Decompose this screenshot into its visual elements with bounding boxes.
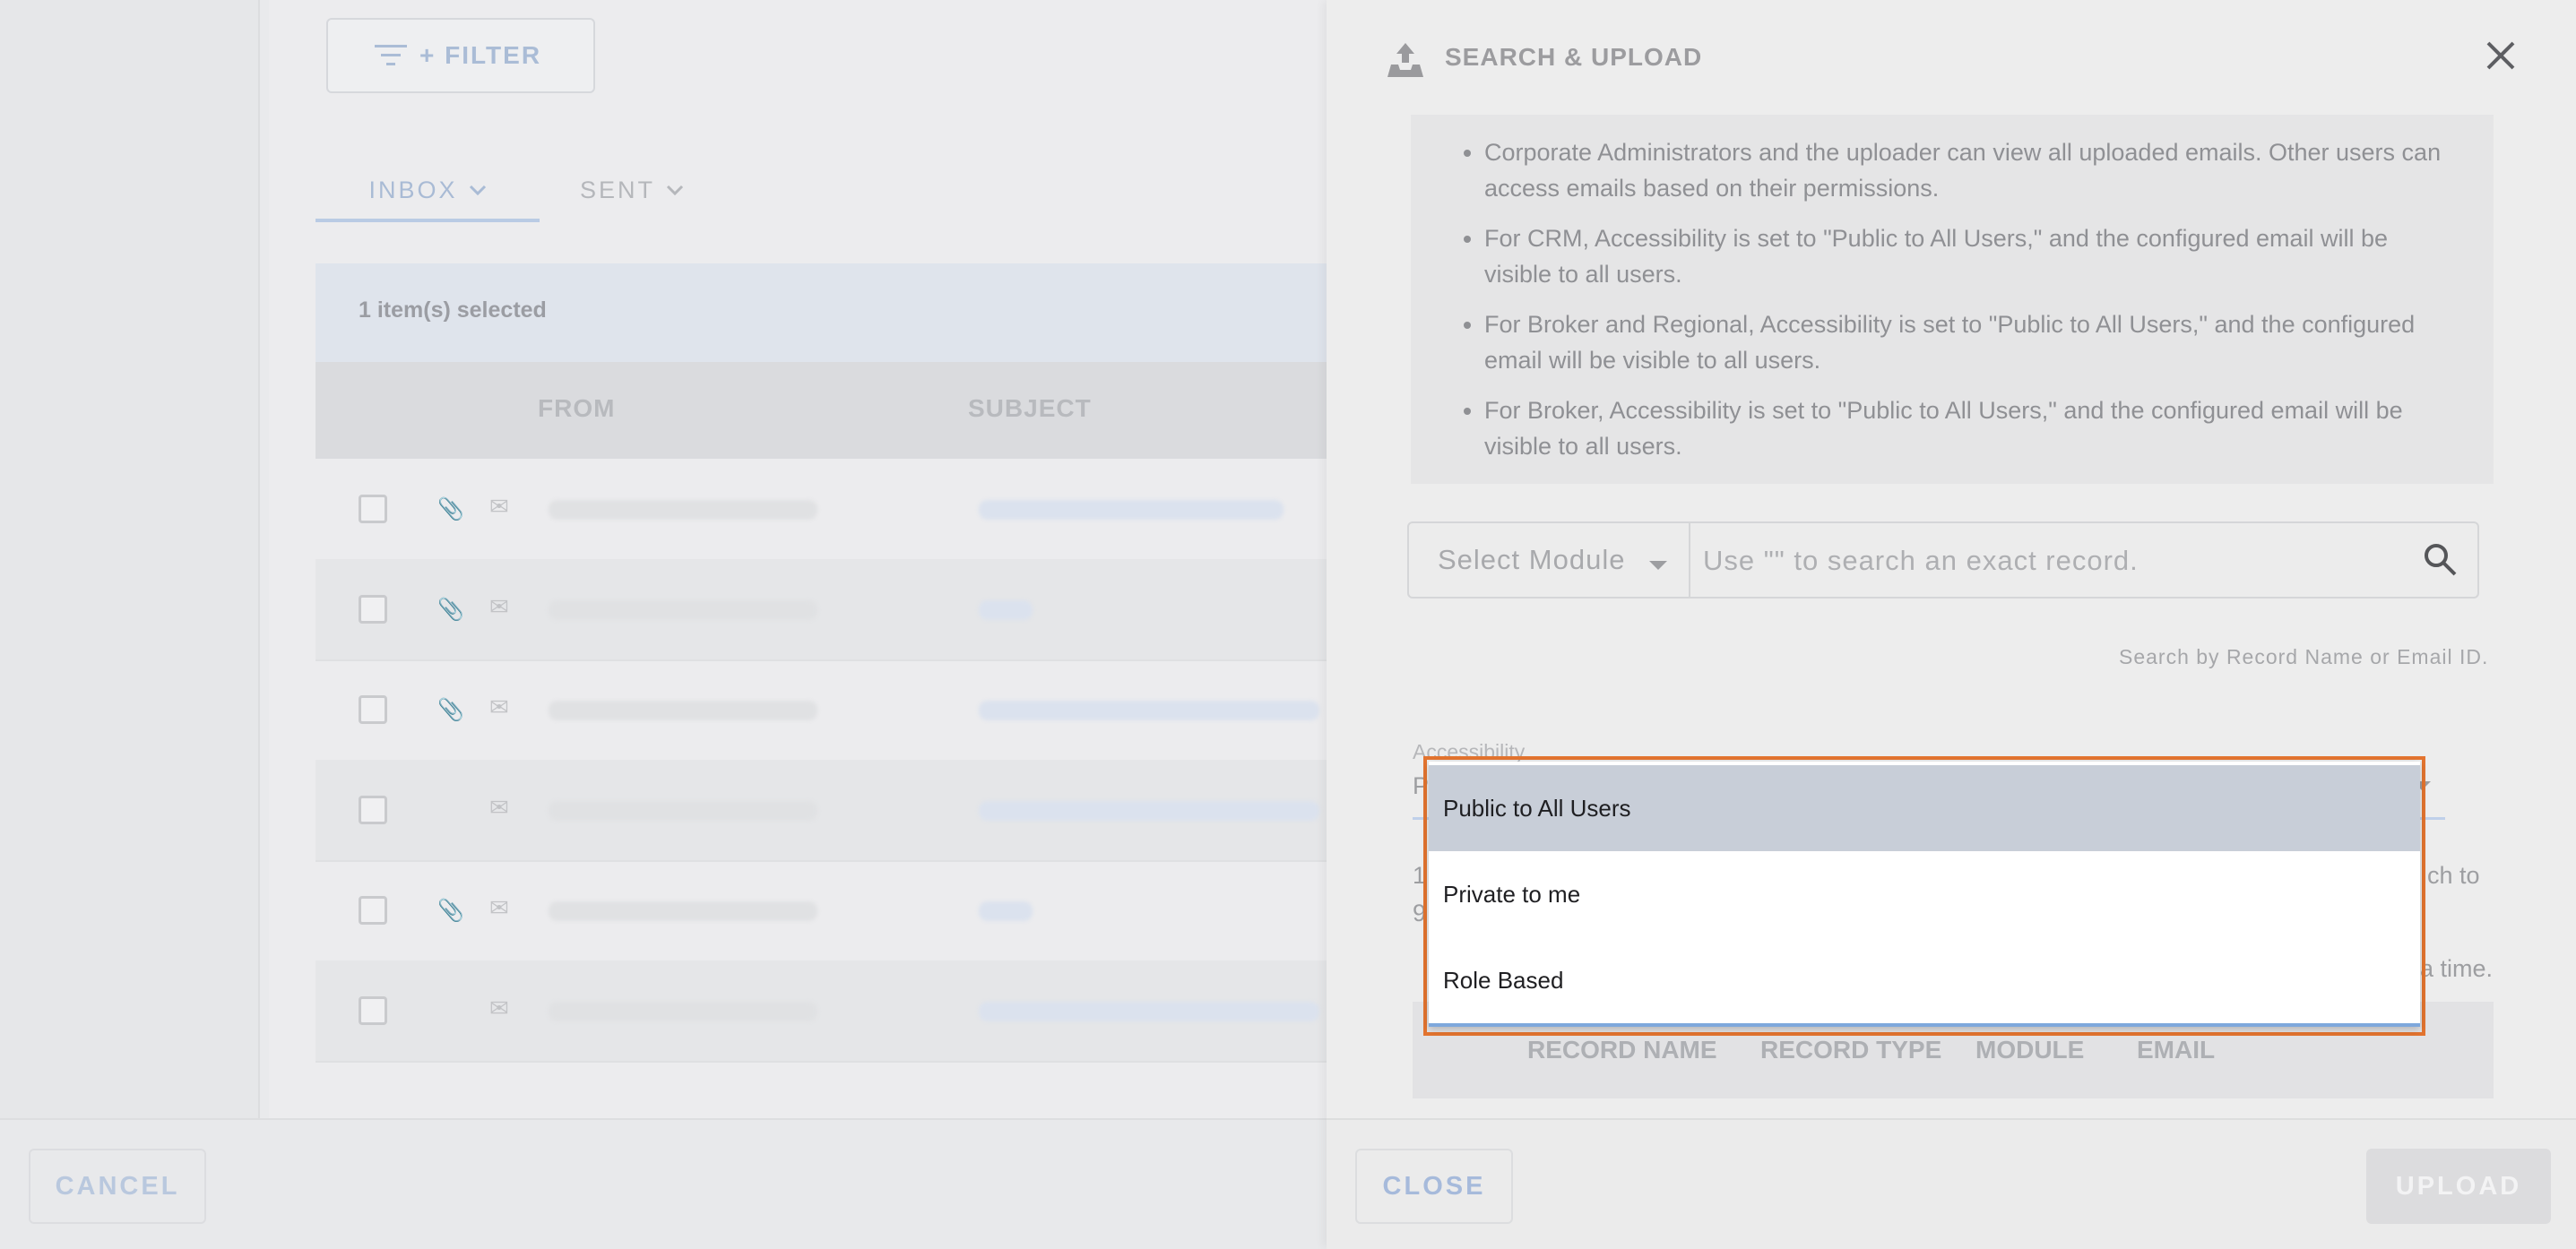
mail-icon: ✉ (489, 593, 509, 620)
paperclip-icon: 📎 (437, 899, 464, 923)
record-search-input[interactable] (1692, 525, 2422, 597)
left-navigation-rail (0, 0, 260, 1118)
row-checkbox[interactable] (359, 996, 387, 1025)
dropdown-arrow-icon (1649, 561, 1667, 570)
filter-label: + FILTER (419, 41, 542, 69)
note-text-peek: a time. (2420, 955, 2494, 982)
row-subject-redacted (979, 600, 1033, 620)
row-checkbox[interactable] (359, 896, 387, 925)
option-public-to-all-users[interactable]: Public to All Users (1429, 765, 2420, 851)
row-from-redacted (549, 901, 817, 921)
paperclip-icon: 📎 (437, 598, 464, 622)
option-label: Public to All Users (1443, 794, 1631, 822)
filter-icon (375, 45, 407, 65)
row-from-redacted (549, 500, 817, 520)
row-subject-redacted (979, 701, 1319, 720)
table-row[interactable]: ✉ (316, 960, 1327, 1063)
tab-inbox-label: INBOX (368, 176, 458, 203)
row-checkbox[interactable] (359, 695, 387, 724)
search-icon[interactable] (2422, 541, 2458, 577)
mail-open-icon: ✉ (489, 794, 509, 821)
info-notes: Corporate Administrators and the uploade… (1411, 115, 2494, 484)
close-button[interactable]: CLOSE (1355, 1149, 1513, 1224)
table-row[interactable]: 📎 ✉ (316, 559, 1327, 661)
table-row[interactable]: 📎 ✉ (316, 459, 1327, 561)
note-text-peek: ch to (2427, 862, 2480, 889)
paperclip-icon: 📎 (437, 497, 464, 521)
table-row[interactable]: 📎 ✉ (316, 860, 1327, 962)
row-subject-redacted (979, 500, 1284, 520)
row-from-redacted (549, 1002, 817, 1021)
tab-sent[interactable]: SENT (565, 161, 699, 219)
info-item: Corporate Administrators and the uploade… (1484, 134, 2458, 206)
cancel-button[interactable]: CANCEL (29, 1149, 206, 1224)
column-header-subject[interactable]: SUBJECT (968, 394, 1092, 423)
info-item: For Broker, Accessibility is set to "Pub… (1484, 392, 2458, 464)
mail-icon: ✉ (489, 995, 509, 1021)
email-table-header (316, 362, 1327, 459)
column-header-from[interactable]: FROM (538, 394, 615, 423)
row-subject-redacted (979, 901, 1033, 921)
upload-button[interactable]: UPLOAD (2366, 1149, 2551, 1224)
row-from-redacted (549, 600, 817, 620)
module-select[interactable]: Select Module (1409, 523, 1690, 597)
mail-icon: ✉ (489, 693, 509, 720)
chevron-down-icon (666, 185, 684, 196)
row-checkbox[interactable] (359, 796, 387, 824)
mail-icon: ✉ (489, 493, 509, 520)
selection-count-text: 1 item(s) selected (359, 297, 547, 323)
info-item: For CRM, Accessibility is set to "Public… (1484, 220, 2458, 292)
filter-button[interactable]: + FILTER (326, 18, 595, 93)
tab-inbox[interactable]: INBOX (316, 161, 540, 222)
table-row[interactable]: 📎 ✉ (316, 659, 1327, 762)
row-subject-redacted (979, 801, 1319, 821)
row-checkbox[interactable] (359, 495, 387, 523)
row-from-redacted (549, 701, 817, 720)
upload-icon (1387, 43, 1423, 77)
option-role-based[interactable]: Role Based (1429, 937, 2420, 1023)
row-subject-redacted (979, 1002, 1319, 1021)
close-icon[interactable] (2483, 38, 2519, 73)
column-header-record-type[interactable]: RECORD TYPE (1760, 1036, 1941, 1064)
panel-title: SEARCH & UPLOAD (1445, 43, 1703, 71)
row-checkbox[interactable] (359, 595, 387, 624)
option-label: Private to me (1443, 880, 1581, 908)
chevron-down-icon (469, 185, 486, 196)
column-header-record-name[interactable]: RECORD NAME (1527, 1036, 1717, 1064)
column-header-module[interactable]: MODULE (1975, 1036, 2084, 1064)
table-row[interactable]: ✉ (316, 760, 1327, 862)
module-select-label: Select Module (1438, 544, 1626, 575)
option-private-to-me[interactable]: Private to me (1429, 851, 2420, 937)
search-hint: Search by Record Name or Email ID. (2119, 645, 2489, 668)
paperclip-icon: 📎 (437, 698, 464, 722)
row-from-redacted (549, 801, 817, 821)
tab-sent-label: SENT (579, 176, 655, 203)
option-label: Role Based (1443, 966, 1564, 994)
info-item: For Broker and Regional, Accessibility i… (1484, 306, 2458, 378)
mail-icon: ✉ (489, 894, 509, 921)
column-header-email[interactable]: EMAIL (2137, 1036, 2215, 1064)
